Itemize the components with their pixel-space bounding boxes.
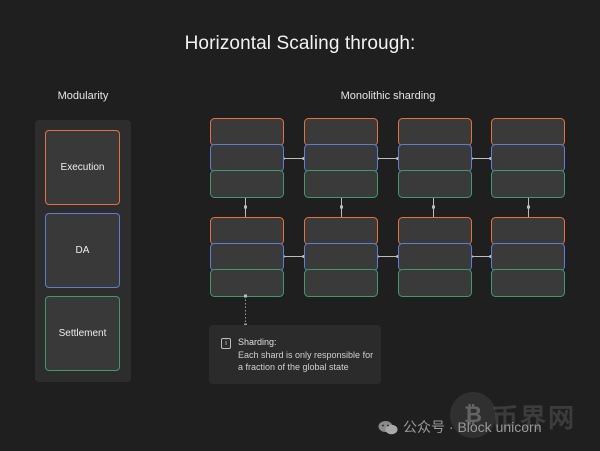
shard-settlement-layer bbox=[304, 170, 378, 198]
wechat-icon bbox=[378, 420, 398, 434]
shard-execution-layer bbox=[491, 217, 565, 245]
sharding-note: i Sharding: Each shard is only responsib… bbox=[209, 325, 381, 384]
shard-da-layer bbox=[210, 243, 284, 271]
shard-settlement-layer bbox=[491, 269, 565, 297]
watermark-text: 公众号 · Block unicorn bbox=[403, 419, 542, 435]
connector-node bbox=[244, 205, 247, 209]
shard-execution-layer bbox=[304, 118, 378, 146]
shard-execution-layer bbox=[210, 217, 284, 245]
shard-da-layer bbox=[398, 243, 472, 271]
connector-node bbox=[432, 205, 435, 209]
info-icon: i bbox=[221, 338, 231, 349]
shard-da-layer bbox=[398, 144, 472, 172]
connector-node bbox=[244, 294, 247, 298]
note-body: Each shard is only responsible for a fra… bbox=[238, 350, 374, 372]
shard-settlement-layer bbox=[491, 170, 565, 198]
shard-da-layer bbox=[491, 144, 565, 172]
shard-execution-layer bbox=[304, 217, 378, 245]
connector-node bbox=[527, 205, 530, 209]
shard-da-layer bbox=[304, 144, 378, 172]
connector-node bbox=[340, 205, 343, 209]
shard-da-layer bbox=[491, 243, 565, 271]
shard-da-layer bbox=[210, 144, 284, 172]
shard-settlement-layer bbox=[210, 269, 284, 297]
watermark: 公众号 · Block unicorn bbox=[378, 417, 541, 437]
shard-execution-layer bbox=[398, 217, 472, 245]
shard-execution-layer bbox=[210, 118, 284, 146]
note-heading: Sharding: bbox=[238, 337, 277, 347]
shard-settlement-layer bbox=[398, 170, 472, 198]
shard-settlement-layer bbox=[398, 269, 472, 297]
shard-execution-layer bbox=[398, 118, 472, 146]
shard-settlement-layer bbox=[210, 170, 284, 198]
shard-settlement-layer bbox=[304, 269, 378, 297]
shard-execution-layer bbox=[491, 118, 565, 146]
shard-da-layer bbox=[304, 243, 378, 271]
